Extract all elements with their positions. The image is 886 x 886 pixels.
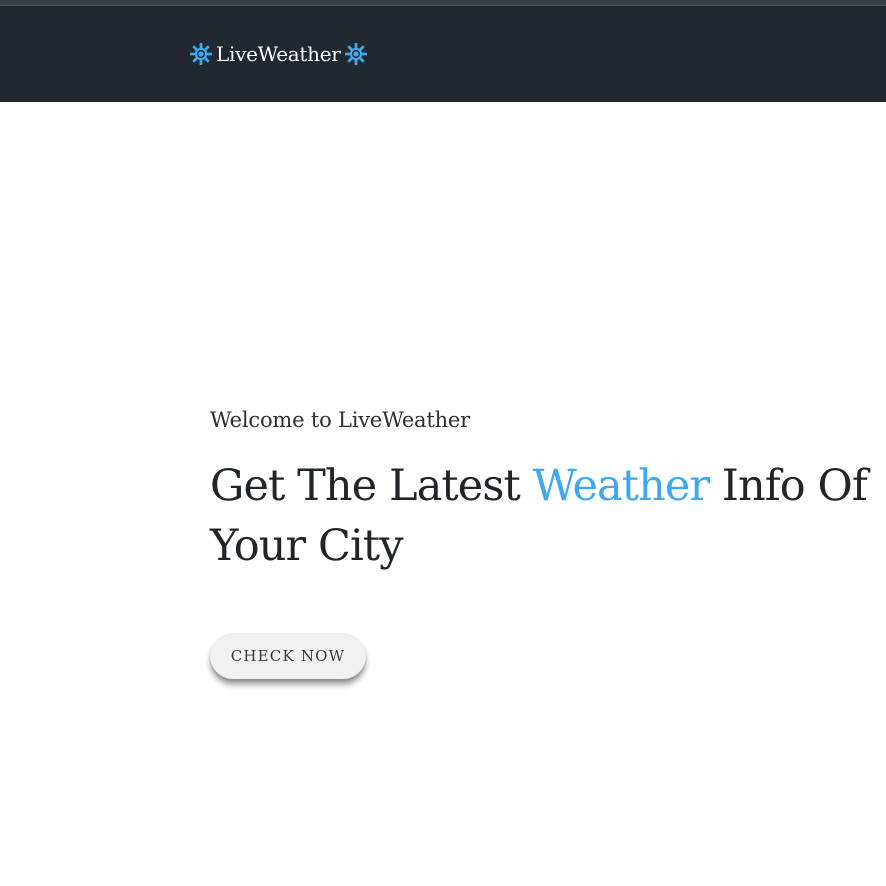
check-now-button[interactable]: CHECK NOW <box>210 633 366 679</box>
brand-label: LiveWeather <box>216 42 341 66</box>
hero-section: Welcome to LiveWeather Get The Latest We… <box>210 400 886 576</box>
headline-accent-word: Weather <box>532 461 710 511</box>
headline-text-before: Get The Latest <box>210 461 533 511</box>
hero-headline: Get The Latest Weather Info Of Your City <box>210 456 886 576</box>
welcome-text: Welcome to LiveWeather <box>210 408 470 432</box>
sun-gear-icon <box>190 43 212 65</box>
brand-link[interactable]: LiveWeather <box>189 40 368 68</box>
sun-gear-icon <box>344 43 367 65</box>
navbar: LiveWeather <box>0 6 886 102</box>
